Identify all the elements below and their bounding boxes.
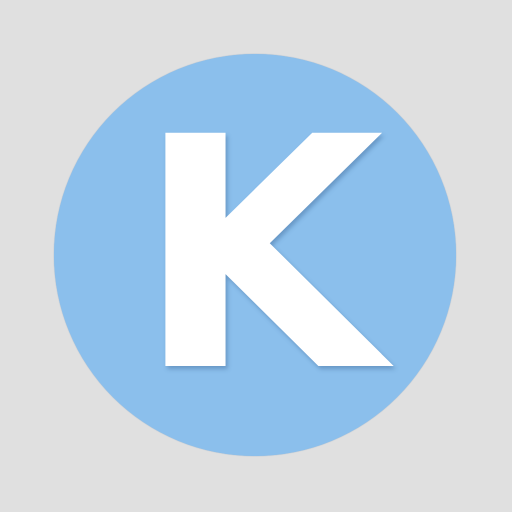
avatar-letter: K	[136, 70, 384, 442]
